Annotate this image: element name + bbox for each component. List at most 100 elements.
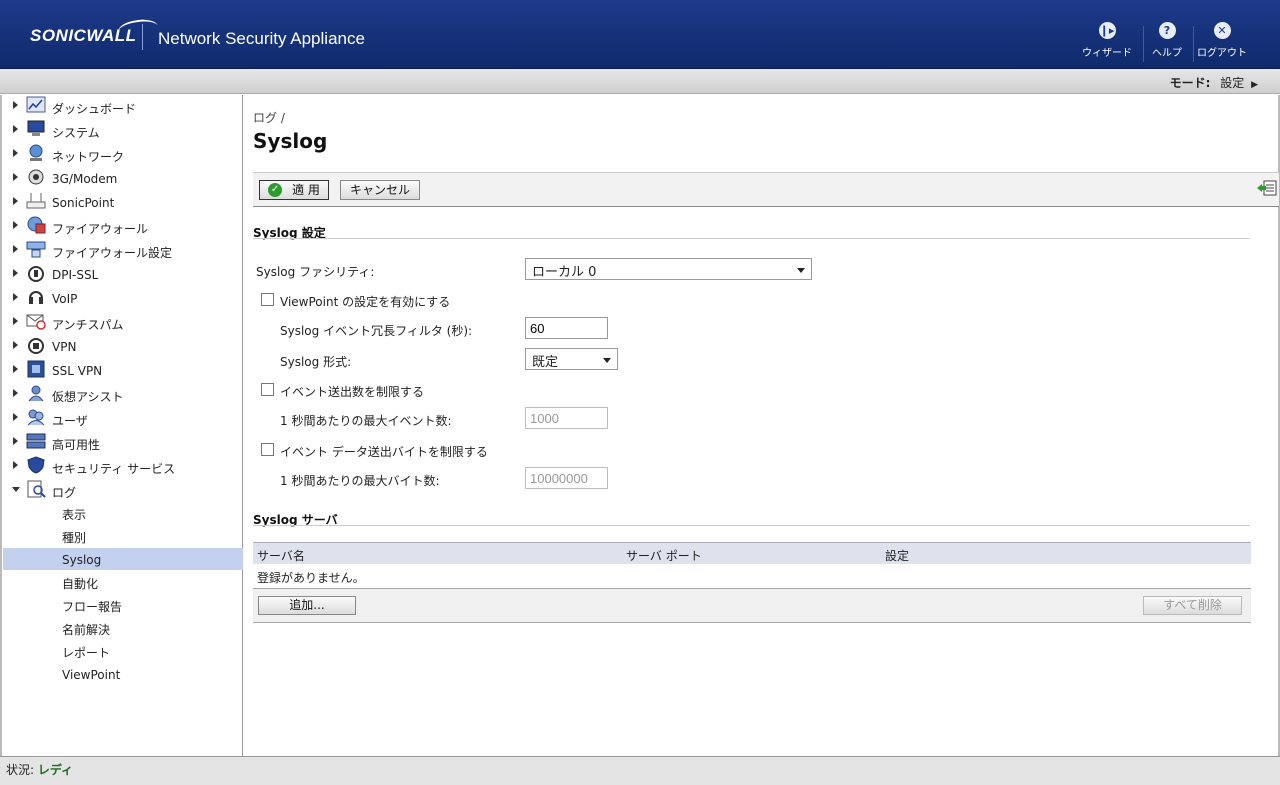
expand-arrow-icon[interactable] [13, 293, 18, 301]
mode-selector[interactable]: モード: 設定 ▶ [1170, 74, 1258, 91]
limit-bytes-checkbox[interactable] [261, 443, 274, 456]
sidebar-item-firewall-settings[interactable]: ファイアウォール設定 [2, 239, 243, 263]
checkmark-icon: ✓ [268, 182, 283, 197]
toolbar: ✓ 適 用 キャンセル [253, 172, 1279, 207]
firewall-icon [27, 216, 46, 234]
expand-arrow-icon[interactable] [13, 269, 18, 277]
virtual-assist-icon [28, 385, 44, 402]
sidebar-subitem-syslog[interactable]: Syslog [3, 548, 243, 570]
high-availability-icon [26, 433, 46, 449]
sidebar-item-virtual-assist[interactable]: 仮想アシスト [2, 383, 243, 407]
expand-arrow-icon[interactable] [13, 149, 18, 157]
sidebar-subitem-flow-reporting[interactable]: フロー報告 [3, 593, 243, 615]
sidebar-item-label: システム [52, 126, 100, 140]
mode-value: 設定 [1220, 76, 1245, 90]
table-footer: 追加... すべて削除 [253, 588, 1251, 623]
delete-all-label: すべて削除 [1163, 598, 1222, 612]
expand-arrow-icon[interactable] [13, 437, 18, 445]
servers-table-header: サーバ名 サーバ ポート 設定 [253, 542, 1251, 564]
add-server-button[interactable]: 追加... [258, 596, 356, 615]
sidebar-subitem-reports[interactable]: レポート [3, 639, 243, 661]
expand-arrow-icon[interactable] [13, 221, 18, 229]
logout-button[interactable]: ✕ ログアウト [1194, 22, 1250, 59]
sidebar-subitem-label: 表示 [62, 508, 87, 522]
sidebar-item-vpn[interactable]: VPN [2, 335, 243, 359]
column-header-settings: 設定 [885, 549, 910, 563]
voip-icon [29, 291, 43, 304]
expand-arrow-icon[interactable] [13, 245, 18, 253]
sidebar-item-label: SSL VPN [52, 364, 103, 378]
column-header-server-port[interactable]: サーバ ポート [626, 547, 702, 564]
wizard-button[interactable]: ❙▸ ウィザード [1079, 22, 1135, 59]
sidebar-subitem-label: Syslog [62, 553, 102, 567]
sidebar-subitem-automation[interactable]: 自動化 [3, 570, 243, 592]
expand-arrow-icon[interactable] [13, 413, 18, 421]
sidebar-item-high-availability[interactable]: 高可用性 [2, 431, 243, 455]
viewpoint-checkbox[interactable] [261, 293, 274, 306]
redundancy-filter-input[interactable] [525, 317, 608, 339]
max-events-input[interactable] [525, 407, 608, 429]
sidebar-item-label: アンチスパム [52, 318, 124, 332]
apply-button[interactable]: ✓ 適 用 [259, 180, 329, 200]
empty-table-message: 登録がありません。 [257, 571, 365, 585]
wizard-icon: ❙▸ [1098, 22, 1116, 39]
app-header: SONICWALL Network Security Appliance ❙▸ … [0, 0, 1280, 69]
sidebar-item-label: ファイアウォール [52, 222, 149, 236]
table-row: 登録がありません。 [253, 564, 1251, 586]
expand-arrow-icon[interactable] [13, 173, 18, 181]
header-divider [142, 24, 143, 50]
sidebar-item-network[interactable]: ネットワーク [2, 143, 243, 167]
delete-all-button[interactable]: すべて削除 [1143, 596, 1242, 615]
export-icon[interactable] [1257, 180, 1277, 196]
breadcrumb[interactable]: ログ / [253, 109, 285, 126]
logo-swoosh-icon [116, 17, 160, 41]
status-label: 状況: [6, 763, 35, 777]
expand-arrow-icon[interactable] [13, 389, 18, 397]
sidebar-item-voip[interactable]: VoIP [2, 287, 243, 311]
security-services-icon [27, 456, 45, 474]
sidebar-subitem-label: 名前解決 [62, 623, 111, 637]
sidebar-item-label: ファイアウォール設定 [52, 246, 173, 260]
log-icon [27, 480, 46, 498]
collapse-arrow-icon[interactable] [12, 487, 20, 492]
network-icon [29, 144, 43, 161]
sidebar-item-ssl-vpn[interactable]: SSL VPN [2, 359, 243, 383]
sidebar-subitem-categories[interactable]: 種別 [3, 524, 243, 546]
max-bytes-input[interactable] [525, 467, 608, 489]
facility-select[interactable]: ローカル 0 [525, 258, 812, 280]
product-name: Network Security Appliance [158, 29, 365, 48]
sidebar-subitem-viewpoint[interactable]: ViewPoint [3, 663, 243, 685]
expand-arrow-icon[interactable] [13, 101, 18, 109]
section-divider [253, 525, 1250, 526]
status-value: レディ [37, 763, 74, 777]
expand-arrow-icon[interactable] [13, 341, 18, 349]
sidebar-item-system[interactable]: システム [2, 119, 243, 143]
chevron-down-icon [797, 268, 805, 273]
sidebar-item-antispam[interactable]: アンチスパム [2, 311, 243, 335]
sidebar-item-users[interactable]: ユーザ [2, 407, 243, 431]
section-divider [253, 238, 1250, 239]
syslog-format-select[interactable]: 既定 [525, 348, 618, 370]
expand-arrow-icon[interactable] [13, 125, 18, 133]
expand-arrow-icon[interactable] [13, 317, 18, 325]
sidebar-item-dpi-ssl[interactable]: DPI-SSL [2, 263, 243, 287]
sidebar-item-security-services[interactable]: セキュリティ サービス [2, 455, 243, 479]
chevron-down-icon [603, 358, 611, 363]
expand-arrow-icon[interactable] [13, 365, 18, 373]
sidebar-item-firewall[interactable]: ファイアウォール [2, 215, 243, 239]
sidebar-subitem-view[interactable]: 表示 [3, 501, 243, 523]
sidebar-item-sonicpoint[interactable]: SonicPoint [2, 191, 243, 215]
sidebar-item-3g-modem[interactable]: 3G/Modem [2, 167, 243, 191]
cancel-button[interactable]: キャンセル [340, 180, 420, 200]
sidebar-item-log[interactable]: ログ [2, 479, 243, 503]
expand-arrow-icon[interactable] [13, 461, 18, 469]
help-button[interactable]: ? ヘルプ [1139, 22, 1195, 59]
column-header-server-name[interactable]: サーバ名 [257, 547, 305, 564]
sidebar-item-dashboard[interactable]: ダッシュボード [2, 95, 243, 119]
limit-bytes-label: イベント データ送出バイトを制限する [280, 445, 488, 459]
expand-arrow-icon[interactable] [13, 197, 18, 205]
limit-events-checkbox[interactable] [261, 383, 274, 396]
sidebar-item-label: DPI-SSL [52, 268, 99, 282]
sidebar-subitem-name-resolution[interactable]: 名前解決 [3, 616, 243, 638]
help-label: ヘルプ [1152, 48, 1182, 59]
